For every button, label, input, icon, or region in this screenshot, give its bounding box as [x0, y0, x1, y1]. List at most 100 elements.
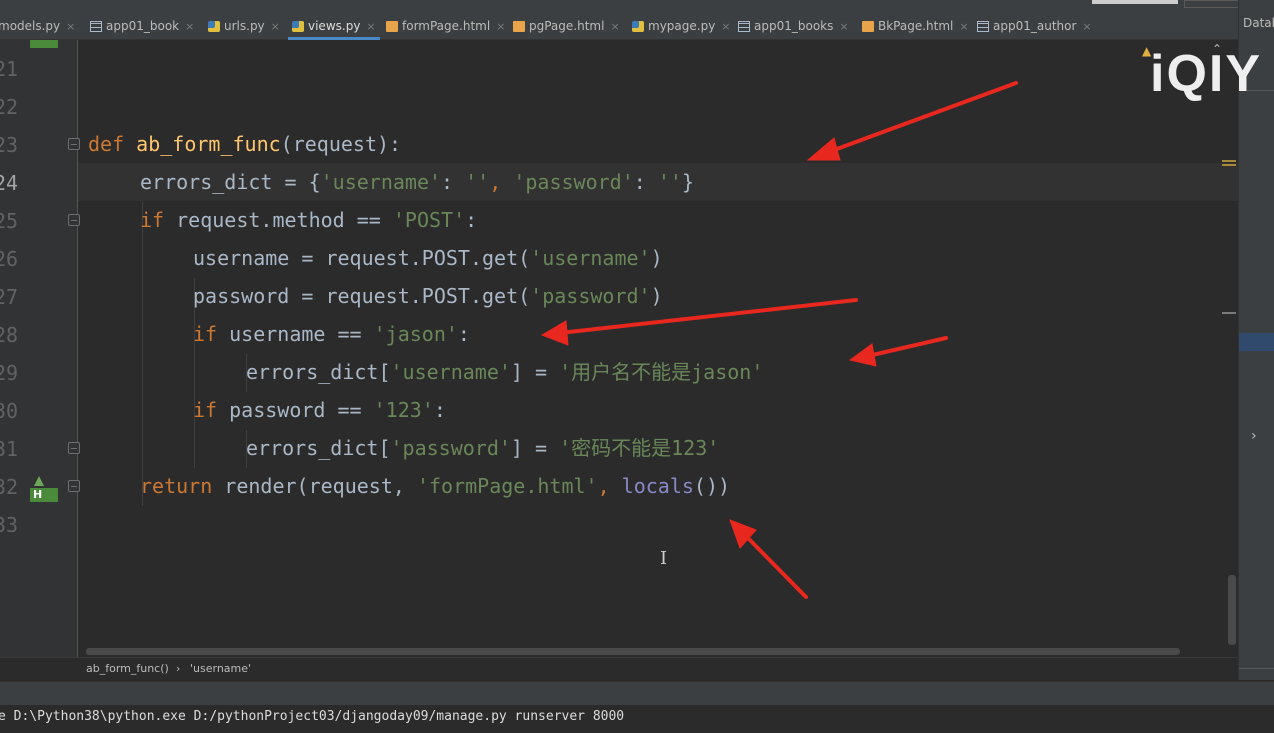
tab-label: urls.py [224, 19, 265, 33]
code-text: ()) [693, 474, 731, 498]
error-stripe-marker[interactable] [1222, 164, 1236, 166]
code-line-25[interactable]: if request.method == 'POST': [140, 201, 477, 239]
tab-urls-py[interactable]: urls.py × [208, 14, 280, 38]
tab-app01-author[interactable]: app01_author × [977, 14, 1092, 38]
close-icon[interactable]: × [366, 20, 375, 33]
line-number: 21 [0, 57, 19, 81]
code-text: password == [229, 398, 374, 422]
tab-label: formPage.html [402, 19, 491, 33]
code-text: errors_dict = { [140, 170, 321, 194]
code-line-24[interactable]: errors_dict = {'username': '', 'password… [140, 163, 694, 201]
arrow-up-icon [34, 476, 44, 486]
breadcrumb-item-function[interactable]: ab_form_func() [86, 662, 169, 675]
line-number: 22 [0, 95, 19, 119]
tab-models-py[interactable]: models.py × [0, 14, 75, 38]
tab-formpage-html[interactable]: formPage.html × [386, 14, 505, 38]
vertical-scrollbar[interactable] [1228, 575, 1236, 645]
tab-label: models.py [0, 19, 61, 33]
close-icon[interactable]: × [721, 20, 730, 33]
code-text: : [465, 208, 478, 232]
run-console[interactable]: e D:\Python38\python.exe D:/pythonProjec… [0, 705, 1274, 733]
line-number: 23 [0, 133, 19, 157]
line-number-current: 24 [0, 171, 19, 195]
close-icon[interactable]: × [66, 20, 75, 33]
string-literal: '' [657, 170, 682, 194]
code-text: : [457, 322, 470, 346]
table-icon [977, 20, 989, 32]
line-number: 32 [0, 475, 19, 499]
tab-label: app01_book [106, 19, 180, 33]
keyword: if [193, 398, 230, 422]
line-number: 33 [0, 513, 19, 537]
code-text: , [597, 474, 622, 498]
database-panel-tab[interactable]: Datab [1243, 16, 1274, 30]
history-marker-icon[interactable]: H [30, 476, 58, 502]
code-text: ] = [510, 436, 560, 460]
string-literal: '' [465, 170, 490, 194]
console-output-line: e D:\Python38\python.exe D:/pythonProjec… [0, 709, 625, 724]
code-text: : [633, 170, 658, 194]
string-literal: 'jason' [373, 322, 458, 346]
editor-tab-bar: models.py × app01_book × urls.py × views.py… [0, 0, 1238, 40]
tab-app01-books[interactable]: app01_books × [738, 14, 849, 38]
tab-pgpage-html[interactable]: pgPage.html × [513, 14, 620, 38]
string-literal: 'username' [320, 170, 442, 194]
line-number: 25 [0, 209, 19, 233]
close-icon[interactable]: × [1082, 20, 1091, 33]
python-file-icon [208, 20, 220, 32]
breadcrumb-item-key[interactable]: 'username' [190, 662, 251, 675]
close-icon[interactable]: × [839, 20, 848, 33]
string-literal: '123' [373, 398, 434, 422]
code-editor[interactable]: def ab_form_func(request): errors_dict =… [78, 40, 1238, 657]
code-text: ] = [510, 360, 560, 384]
tab-label: mypage.py [648, 19, 716, 33]
string-literal: 'POST' [392, 208, 466, 232]
code-line-27[interactable]: password = request.POST.get('password') [193, 277, 663, 315]
breadcrumb-separator: › [176, 662, 181, 675]
code-text: username = request.POST.get( [193, 246, 531, 270]
line-number: 31 [0, 437, 19, 461]
tab-bkpage-html[interactable]: BkPage.html × [862, 14, 969, 38]
horizontal-scrollbar[interactable] [86, 648, 1180, 655]
table-icon [90, 20, 102, 32]
code-line-28[interactable]: if username == 'jason': [193, 315, 470, 353]
close-icon[interactable]: × [959, 20, 968, 33]
close-icon[interactable]: × [496, 20, 505, 33]
html-file-icon [513, 20, 525, 32]
tab-label: BkPage.html [878, 19, 954, 33]
code-text: , [489, 170, 514, 194]
history-marker-icon[interactable] [30, 40, 58, 48]
keyword: if [140, 208, 177, 232]
code-line-32[interactable]: return render(request, 'formPage.html', … [140, 467, 730, 505]
text-cursor-icon: I [660, 548, 668, 569]
table-icon [738, 20, 750, 32]
keyword: def [88, 132, 137, 156]
tab-label: app01_books [754, 19, 834, 33]
error-stripe-marker[interactable] [1222, 160, 1236, 162]
close-icon[interactable]: × [271, 20, 280, 33]
chevron-right-icon[interactable]: › [1251, 428, 1257, 444]
function-name: ab_form_func [136, 132, 281, 156]
code-line-30[interactable]: if password == '123': [193, 391, 446, 429]
tab-label: app01_author [993, 19, 1077, 33]
tab-views-py[interactable]: views.py × [288, 14, 380, 40]
tab-mypage-py[interactable]: mypage.py × [632, 14, 731, 38]
code-text: request.method == [176, 208, 393, 232]
code-line-23[interactable]: def ab_form_func(request): [88, 125, 401, 163]
code-line-31[interactable]: errors_dict['password'] = '密码不能是123' [246, 429, 719, 467]
close-icon[interactable]: × [610, 20, 619, 33]
code-line-26[interactable]: username = request.POST.get('username') [193, 239, 663, 277]
code-line-29[interactable]: errors_dict['username'] = '用户名不能是jason' [246, 353, 763, 391]
close-icon[interactable]: × [185, 20, 194, 33]
code-text: ) [650, 246, 663, 270]
string-literal: 'username' [530, 246, 651, 270]
string-literal: 'password' [390, 436, 511, 460]
python-file-icon [292, 20, 304, 32]
line-number: 27 [0, 285, 19, 309]
error-stripe-marker[interactable] [1222, 312, 1236, 314]
tab-app01-book[interactable]: app01_book × [90, 14, 194, 38]
keyword: if [193, 322, 230, 346]
line-number-gutter[interactable]: 21 22 23 24 25 26 27 28 29 30 31 32 33 [0, 40, 80, 657]
string-literal: '密码不能是123' [559, 436, 720, 460]
selected-tool-highlight [1239, 333, 1274, 351]
